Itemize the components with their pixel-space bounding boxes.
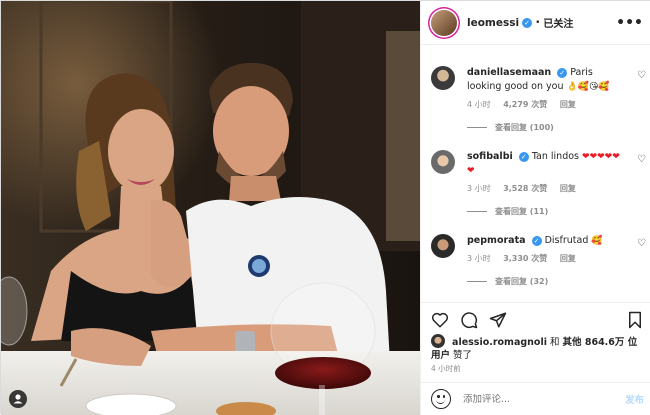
post-comment-button[interactable]: 发布 <box>625 392 644 406</box>
liker-avatar[interactable] <box>431 334 445 348</box>
share-icon[interactable] <box>489 311 507 329</box>
view-replies-button[interactable]: 查看回复 (100) <box>467 122 646 133</box>
view-replies-button[interactable]: 查看回复 (32) <box>467 276 646 287</box>
comment-text: Tan lindos <box>531 151 579 162</box>
comment-meta: 4 小时 4,279 次赞 回复 <box>467 99 646 110</box>
view-replies-label: 查看回复 (11) <box>495 207 549 216</box>
comment-heart-icon[interactable]: ♡ <box>637 70 646 81</box>
comment-likes[interactable]: 3,528 次赞 <box>503 184 547 193</box>
likes-summary: alessio.romagnoli 和 其他 864.6万 位用户 赞了 <box>431 334 646 362</box>
emoji-icon[interactable] <box>431 389 451 409</box>
comment-item: pepmorata ✓ Disfrutad 🥰 3 小时 3,330 次赞 回复… <box>431 234 646 287</box>
more-icon[interactable]: ••• <box>616 16 643 30</box>
likes-connector: 和 <box>550 337 560 348</box>
header-separator: • <box>535 17 541 28</box>
post-photo[interactable] <box>1 1 420 415</box>
view-replies-label: 查看回复 (100) <box>495 123 554 132</box>
comment-emoji: 🥰 <box>591 236 603 246</box>
comment-item: sofibalbi ✓ Tan lindos ❤❤❤❤❤❤ 3 小时 3,528… <box>431 150 646 217</box>
comment-item: daniellasemaan ✓ Paris looking good on y… <box>431 66 646 133</box>
comment-username[interactable]: daniellasemaan <box>467 67 551 78</box>
follow-status-button[interactable]: 已关注 <box>543 15 573 30</box>
author-avatar[interactable] <box>431 9 457 36</box>
reply-button[interactable]: 回复 <box>560 184 576 193</box>
verified-icon: ✓ <box>557 67 568 78</box>
comment-heart-icon[interactable]: ♡ <box>637 154 646 165</box>
comment-time[interactable]: 3 小时 <box>467 184 491 193</box>
comment-body: daniellasemaan ✓ Paris looking good on y… <box>467 66 626 94</box>
verified-icon: ✓ <box>531 235 542 246</box>
view-replies-label: 查看回复 (32) <box>495 277 549 286</box>
post-timestamp[interactable]: 4 小时前 <box>431 363 461 374</box>
comment-meta: 3 小时 3,330 次赞 回复 <box>467 253 646 264</box>
post-header: leomessi ✓ • 已关注 ••• <box>421 1 650 45</box>
comment-heart-icon[interactable]: ♡ <box>637 238 646 249</box>
commenter-avatar[interactable] <box>431 66 455 90</box>
post-side-panel: leomessi ✓ • 已关注 ••• daniellasemaan ✓ Pa… <box>420 1 650 415</box>
heart-icon[interactable] <box>431 311 449 329</box>
comment-likes[interactable]: 4,279 次赞 <box>503 100 547 109</box>
reply-button[interactable]: 回复 <box>560 100 576 109</box>
add-comment-bar: 发布 <box>421 382 650 415</box>
comment-username[interactable]: pepmorata <box>467 235 526 246</box>
comment-input[interactable] <box>463 393 625 405</box>
likes-suffix: 赞了 <box>453 350 473 361</box>
comment-likes[interactable]: 3,330 次赞 <box>503 254 547 263</box>
instagram-post: leomessi ✓ • 已关注 ••• daniellasemaan ✓ Pa… <box>0 0 650 415</box>
commenter-avatar[interactable] <box>431 150 455 174</box>
comment-icon[interactable] <box>460 311 478 329</box>
verified-icon: ✓ <box>518 151 529 162</box>
comment-text: Disfrutad <box>544 235 589 246</box>
photo-user-tag-icon[interactable] <box>9 390 27 408</box>
view-replies-button[interactable]: 查看回复 (11) <box>467 206 646 217</box>
comment-body: sofibalbi ✓ Tan lindos ❤❤❤❤❤❤ <box>467 150 626 178</box>
action-bar <box>421 302 650 338</box>
comment-meta: 3 小时 3,528 次赞 回复 <box>467 183 646 194</box>
comment-time[interactable]: 3 小时 <box>467 254 491 263</box>
comment-emoji: 👌🥰😘🥰 <box>566 82 610 92</box>
replies-divider <box>467 281 487 282</box>
photo-illustration <box>1 1 420 415</box>
replies-divider <box>467 211 487 212</box>
replies-divider <box>467 127 487 128</box>
verified-icon: ✓ <box>522 17 533 28</box>
liker-username[interactable]: alessio.romagnoli <box>452 337 547 348</box>
comment-body: pepmorata ✓ Disfrutad 🥰 <box>467 234 626 248</box>
comments-list[interactable]: daniellasemaan ✓ Paris looking good on y… <box>421 46 650 302</box>
commenter-avatar[interactable] <box>431 234 455 258</box>
author-username[interactable]: leomessi <box>467 17 519 29</box>
comment-username[interactable]: sofibalbi <box>467 151 513 162</box>
bookmark-icon[interactable] <box>626 311 644 329</box>
comment-time[interactable]: 4 小时 <box>467 100 491 109</box>
reply-button[interactable]: 回复 <box>560 254 576 263</box>
